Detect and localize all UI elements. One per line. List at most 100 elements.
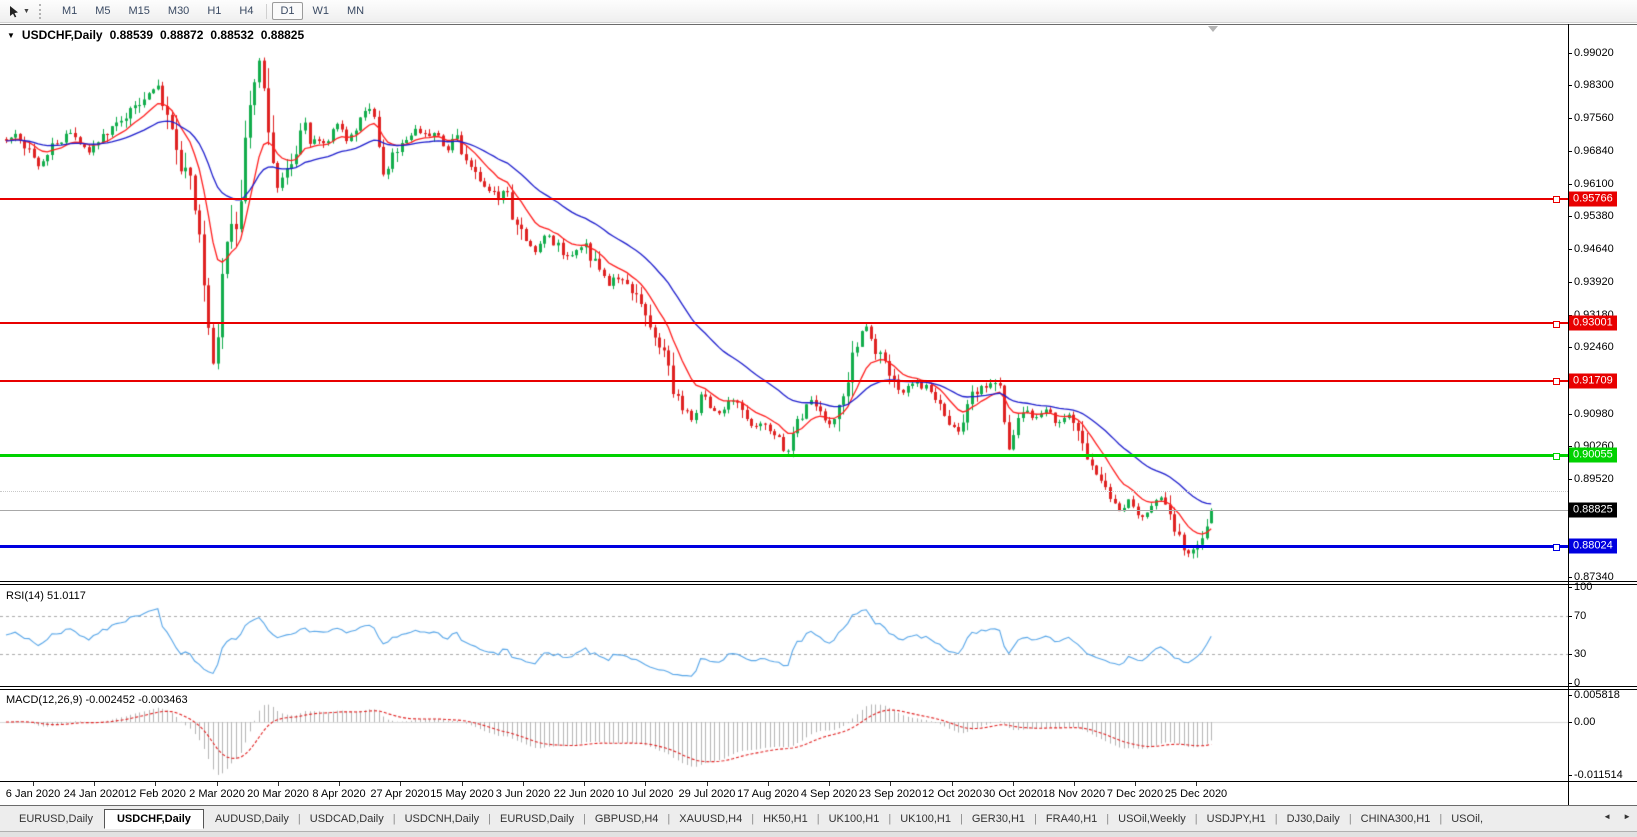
level-line-handle[interactable] <box>1553 544 1560 551</box>
price-level-line-0-91709[interactable] <box>0 380 1568 382</box>
timeframe-button-h4[interactable]: H4 <box>231 2 261 20</box>
tab-usdchf-daily-1[interactable]: USDCHF,Daily <box>103 808 204 829</box>
level-line-handle[interactable] <box>1553 196 1560 203</box>
price-level-line-0-88024[interactable] <box>0 545 1568 548</box>
chart-title-dropdown-icon[interactable]: ▼ <box>7 31 15 40</box>
date-tick-mark <box>1135 782 1136 786</box>
rsi-tick-label: 30 <box>1574 648 1587 660</box>
tab-usoil-weekly-13[interactable]: USOil,Weekly <box>1109 810 1195 828</box>
price-tick-mark <box>1568 118 1572 119</box>
macd-timeaxis-separator <box>0 781 1637 782</box>
price-level-line-0-95766[interactable] <box>0 198 1568 200</box>
timeframe-button-m1[interactable]: M1 <box>54 2 85 20</box>
timeframe-button-m5[interactable]: M5 <box>87 2 118 20</box>
macd-label: MACD(12,26,9) -0.002452 -0.003463 <box>6 694 188 706</box>
price-tick-mark <box>1568 479 1572 480</box>
price-tick-label: 0.89520 <box>1574 473 1614 485</box>
date-tick-mark <box>33 782 34 786</box>
timeframe-button-m15[interactable]: M15 <box>121 2 158 20</box>
price-tick-label: 0.96840 <box>1574 145 1614 157</box>
ohlc-open: 0.88539 <box>109 28 153 42</box>
rsi-tick-label: 100 <box>1574 581 1593 593</box>
tab-usdcnh-daily-4[interactable]: USDCNH,Daily <box>396 810 489 828</box>
cursor-tool-icon[interactable] <box>5 3 23 19</box>
date-tick-mark <box>1196 782 1197 786</box>
rsi-tick-label: 70 <box>1574 610 1587 622</box>
price-tick-mark <box>1568 577 1572 578</box>
date-tick-mark <box>584 782 585 786</box>
macd-canvas[interactable] <box>0 690 1568 781</box>
level-line-handle[interactable] <box>1553 453 1560 460</box>
timeframe-button-m30[interactable]: M30 <box>160 2 197 20</box>
price-tick-mark <box>1568 216 1572 217</box>
tab-xauusd-h4-7[interactable]: XAUUSD,H4 <box>670 810 751 828</box>
chevron-down-icon[interactable]: ▼ <box>23 8 30 15</box>
tab-eurusd-daily-0[interactable]: EURUSD,Daily <box>10 810 102 828</box>
price-tick-mark <box>1568 347 1572 348</box>
timeframe-button-w1[interactable]: W1 <box>305 2 338 20</box>
rsi-macd-separator[interactable] <box>0 686 1637 687</box>
rsi-label: RSI(14) 51.0117 <box>6 590 86 602</box>
tab-eurusd-daily-5[interactable]: EURUSD,Daily <box>491 810 583 828</box>
price-tick-mark <box>1568 249 1572 250</box>
rsi-tick-mark <box>1568 587 1572 588</box>
tab-audusd-daily-2[interactable]: AUDUSD,Daily <box>206 810 298 828</box>
date-tick-mark <box>94 782 95 786</box>
toolbar-grip[interactable] <box>38 3 45 19</box>
main-rsi-separator[interactable] <box>0 581 1637 582</box>
tab-scroll-left-icon[interactable]: ◄ <box>1600 810 1614 823</box>
ohlc-close: 0.88825 <box>260 28 305 42</box>
macd-tick-label: -0.011514 <box>1574 769 1623 781</box>
price-tick-mark <box>1568 53 1572 54</box>
price-tick-label: 0.95380 <box>1574 210 1614 222</box>
tab-gbpusd-h4-6[interactable]: GBPUSD,H4 <box>586 810 668 828</box>
tab-uk100-h1-9[interactable]: UK100,H1 <box>820 810 889 828</box>
price-level-line-0-90055[interactable] <box>0 454 1568 457</box>
level-line-handle[interactable] <box>1553 321 1560 328</box>
price-tick-mark <box>1568 414 1572 415</box>
date-tick-mark <box>829 782 830 786</box>
price-tick-label: 0.99020 <box>1574 47 1614 59</box>
timeframe-button-d1[interactable]: D1 <box>272 2 303 20</box>
rsi-canvas[interactable] <box>0 585 1568 686</box>
tab-uk100-h1-10[interactable]: UK100,H1 <box>891 810 960 828</box>
timeframe-button-mn[interactable]: MN <box>339 2 372 20</box>
chart-symbol-title: USDCHF,Daily <box>21 28 103 42</box>
price-tick-label: 0.98300 <box>1574 79 1614 91</box>
date-tick-mark <box>645 782 646 786</box>
tab-usdcad-daily-3[interactable]: USDCAD,Daily <box>301 810 393 828</box>
timeframe-button-h1[interactable]: H1 <box>199 2 229 20</box>
macd-tick-mark <box>1568 722 1572 723</box>
price-tick-label: 0.94640 <box>1574 243 1614 255</box>
tab-scroll-arrows: ◄ ► <box>1600 810 1634 823</box>
tab-ger30-h1-11[interactable]: GER30,H1 <box>963 810 1034 828</box>
date-tick-mark <box>768 782 769 786</box>
level-line-handle[interactable] <box>1553 378 1560 385</box>
price-level-badge: 0.88024 <box>1569 538 1617 554</box>
date-tick-mark <box>278 782 279 786</box>
chart-shift-marker[interactable] <box>1208 26 1218 32</box>
price-level-line-0-93001[interactable] <box>0 322 1568 324</box>
price-chart-canvas[interactable] <box>0 25 1568 581</box>
price-tick-label: 0.90980 <box>1574 408 1614 420</box>
dotted-gridline <box>0 491 1568 492</box>
tab-hk50-h1-8[interactable]: HK50,H1 <box>754 810 817 828</box>
macd-tick-label: 0.005818 <box>1574 689 1620 701</box>
price-tick-label: 0.93920 <box>1574 276 1614 288</box>
date-tick-mark <box>400 782 401 786</box>
date-tick-mark <box>462 782 463 786</box>
toolbar-separator <box>266 3 268 19</box>
macd-tick-mark <box>1568 695 1572 696</box>
tab-usdjpy-h1-14[interactable]: USDJPY,H1 <box>1198 810 1275 828</box>
tab-dj30-daily-15[interactable]: DJ30,Daily <box>1278 810 1349 828</box>
date-tick-mark <box>952 782 953 786</box>
tab-usoil-17[interactable]: USOil, <box>1442 810 1492 828</box>
date-tick-mark <box>523 782 524 786</box>
tab-china300-h1-16[interactable]: CHINA300,H1 <box>1352 810 1440 828</box>
date-label: 25 Dec 2020 <box>1164 788 1228 800</box>
price-level-badge: 0.91709 <box>1569 373 1617 389</box>
date-tick-mark <box>890 782 891 786</box>
tab-scroll-right-icon[interactable]: ► <box>1620 810 1634 823</box>
price-tick-mark <box>1568 184 1572 185</box>
tab-fra40-h1-12[interactable]: FRA40,H1 <box>1037 810 1106 828</box>
